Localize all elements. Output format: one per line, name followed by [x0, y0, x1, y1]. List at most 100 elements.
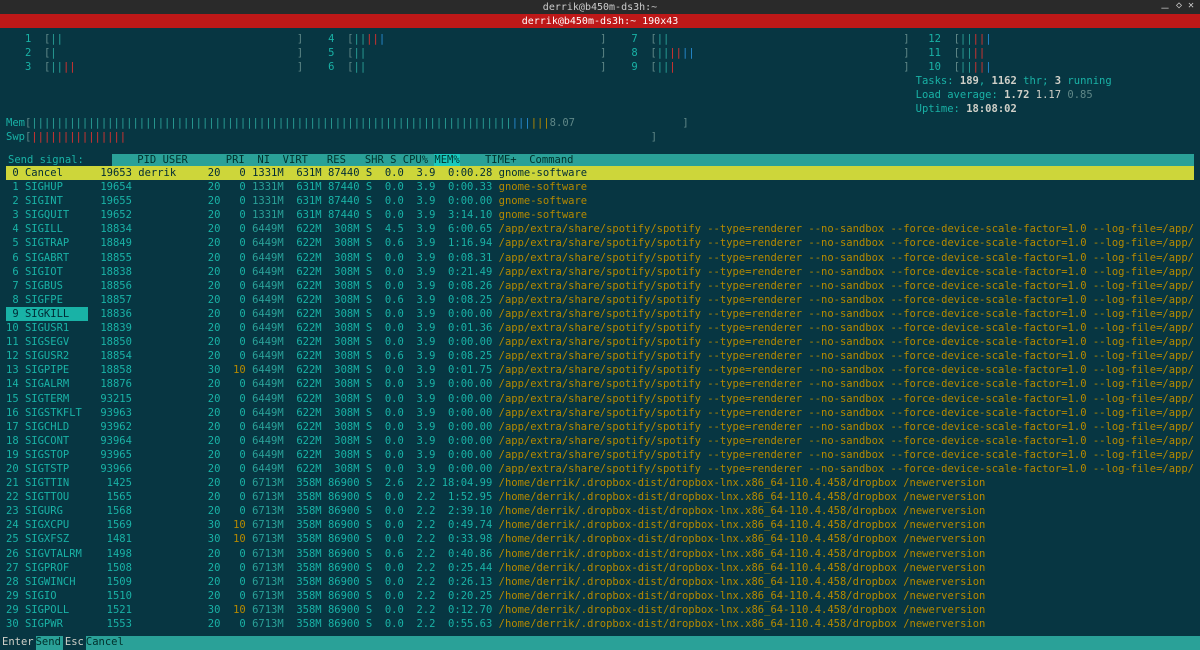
enter-key: Enter	[0, 636, 36, 650]
minimize-icon[interactable]: －	[1160, 0, 1170, 15]
signal-sigtrap[interactable]: 5 SIGTRAP	[6, 236, 88, 250]
process-row[interactable]: 1425 20 0 6713M 358M 86900 S 2.6 2.2 18:…	[88, 476, 1194, 490]
process-row[interactable]: 1565 20 0 6713M 358M 86900 S 0.0 2.2 1:5…	[88, 490, 1194, 504]
cpu-meter-10: 10 [||||| ]	[916, 60, 1200, 74]
process-row[interactable]: 18876 20 0 6449M 622M 308M S 0.0 3.9 0:0…	[88, 377, 1194, 391]
swap-meter: Swp[||||||||||||||| ]	[6, 130, 1194, 144]
cpu-meter-1: 1 [|| ]	[6, 32, 303, 46]
signal-sigio[interactable]: 29 SIGIO	[6, 589, 88, 603]
process-row[interactable]: 93965 20 0 6449M 622M 308M S 0.0 3.9 0:0…	[88, 448, 1194, 462]
signal-sigalrm[interactable]: 14 SIGALRM	[6, 377, 88, 391]
signal-sigfpe[interactable]: 8 SIGFPE	[6, 293, 88, 307]
process-row[interactable]: 18836 20 0 6449M 622M 308M S 0.0 3.9 0:0…	[88, 307, 1194, 321]
cpu-meter-3: 3 [|||| ]	[6, 60, 303, 74]
maximize-icon[interactable]: ◇	[1176, 0, 1182, 15]
column-headers: Send signal: PID USER PRI NI VIRT RES SH…	[6, 154, 1194, 166]
process-row[interactable]: 18857 20 0 6449M 622M 308M S 0.6 3.9 0:0…	[88, 293, 1194, 307]
process-row[interactable]: 19655 20 0 1331M 631M 87440 S 0.0 3.9 0:…	[88, 194, 1194, 208]
process-row[interactable]: 1569 30 10 6713M 358M 86900 S 0.0 2.2 0:…	[88, 518, 1194, 532]
process-row[interactable]: 19654 20 0 1331M 631M 87440 S 0.0 3.9 0:…	[88, 180, 1194, 194]
terminal-tab[interactable]: derrik@b450m-ds3h:~ 190x43	[0, 14, 1200, 28]
signal-sigchld[interactable]: 17 SIGCHLD	[6, 420, 88, 434]
process-row[interactable]: 93962 20 0 6449M 622M 308M S 0.0 3.9 0:0…	[88, 420, 1194, 434]
signal-sigxfsz[interactable]: 25 SIGXFSZ	[6, 532, 88, 546]
signal-sigiot[interactable]: 6 SIGIOT	[6, 265, 88, 279]
signal-sigpwr[interactable]: 30 SIGPWR	[6, 617, 88, 631]
cpu-meter-8: 8 [|||||| ]	[612, 46, 909, 60]
cancel-action[interactable]: Cancel	[86, 636, 126, 650]
process-row[interactable]: 18855 20 0 6449M 622M 308M S 0.0 3.9 0:0…	[88, 251, 1194, 265]
process-row[interactable]: 1510 20 0 6713M 358M 86900 S 0.0 2.2 0:2…	[88, 589, 1194, 603]
cpu-meter-12: 12 [||||| ]	[916, 32, 1200, 46]
process-row[interactable]: 1508 20 0 6713M 358M 86900 S 0.0 2.2 0:2…	[88, 561, 1194, 575]
signal-sigbus[interactable]: 7 SIGBUS	[6, 279, 88, 293]
terminal-body: 1 [|| ] 2 [| ] 3 [|||| ] 4 [||||| ] 5 [|…	[0, 28, 1200, 650]
signal-sigpipe[interactable]: 13 SIGPIPE	[6, 363, 88, 377]
process-row[interactable]: 93966 20 0 6449M 622M 308M S 0.0 3.9 0:0…	[88, 462, 1194, 476]
signal-sigabrt[interactable]: 6 SIGABRT	[6, 251, 88, 265]
process-row[interactable]: 1481 30 10 6713M 358M 86900 S 0.0 2.2 0:…	[88, 532, 1194, 546]
signal-sighup[interactable]: 1 SIGHUP	[6, 180, 88, 194]
cpu-meter-2: 2 [| ]	[6, 46, 303, 60]
process-row[interactable]: 93215 20 0 6449M 622M 308M S 0.0 3.9 0:0…	[88, 392, 1194, 406]
process-row[interactable]: 18850 20 0 6449M 622M 308M S 0.0 3.9 0:0…	[88, 335, 1194, 349]
signal-cancel[interactable]: 0 Cancel	[6, 166, 88, 180]
close-icon[interactable]: ✕	[1188, 0, 1194, 15]
process-row[interactable]: 1568 20 0 6713M 358M 86900 S 0.0 2.2 2:3…	[88, 504, 1194, 518]
process-row[interactable]: 18834 20 0 6449M 622M 308M S 4.5 3.9 6:0…	[88, 222, 1194, 236]
tab-label: derrik@b450m-ds3h:~ 190x43	[522, 16, 679, 27]
memory-meter: Mem[||||||||||||||||||||||||||||||||||||…	[6, 116, 1194, 130]
process-row[interactable]: 93964 20 0 6449M 622M 308M S 0.0 3.9 0:0…	[88, 434, 1194, 448]
cpu-meter-6: 6 [|| ]	[309, 60, 606, 74]
process-row[interactable]: 93963 20 0 6449M 622M 308M S 0.0 3.9 0:0…	[88, 406, 1194, 420]
window-titlebar: derrik@b450m-ds3h:~ － ◇ ✕	[0, 0, 1200, 14]
cpu-meters: 1 [|| ] 2 [| ] 3 [|||| ] 4 [||||| ] 5 [|…	[6, 32, 1194, 116]
signal-sigstkflt[interactable]: 16 SIGSTKFLT	[6, 406, 88, 420]
signal-sigwinch[interactable]: 28 SIGWINCH	[6, 575, 88, 589]
process-row[interactable]: 1498 20 0 6713M 358M 86900 S 0.6 2.2 0:4…	[88, 547, 1194, 561]
signal-sigstop[interactable]: 19 SIGSTOP	[6, 448, 88, 462]
signal-sigterm[interactable]: 15 SIGTERM	[6, 392, 88, 406]
process-list[interactable]: 19653 derrik 20 0 1331M 631M 87440 S 0.0…	[88, 166, 1194, 631]
signal-sigxcpu[interactable]: 24 SIGXCPU	[6, 518, 88, 532]
window-title: derrik@b450m-ds3h:~	[543, 2, 657, 13]
cpu-meter-7: 7 [|| ]	[612, 32, 909, 46]
uptime: Uptime: 18:08:02	[916, 102, 1200, 116]
process-row[interactable]: 19652 20 0 1331M 631M 87440 S 0.0 3.9 3:…	[88, 208, 1194, 222]
signal-prompt: Send signal:	[6, 154, 112, 166]
process-row[interactable]: 18839 20 0 6449M 622M 308M S 0.0 3.9 0:0…	[88, 321, 1194, 335]
signal-sigsegv[interactable]: 11 SIGSEGV	[6, 335, 88, 349]
signal-sigkill[interactable]: 9 SIGKILL	[6, 307, 88, 321]
footer-bar: EnterSend EscCancel	[0, 636, 1200, 650]
signal-sigprof[interactable]: 27 SIGPROF	[6, 561, 88, 575]
process-row[interactable]: 18838 20 0 6449M 622M 308M S 0.0 3.9 0:2…	[88, 265, 1194, 279]
signal-list[interactable]: 0 Cancel 1 SIGHUP 2 SIGINT 3 SIGQUIT 4 S…	[6, 166, 88, 631]
signal-sigquit[interactable]: 3 SIGQUIT	[6, 208, 88, 222]
signal-sigcont[interactable]: 18 SIGCONT	[6, 434, 88, 448]
signal-sigill[interactable]: 4 SIGILL	[6, 222, 88, 236]
cpu-meter-4: 4 [||||| ]	[309, 32, 606, 46]
signal-sigvtalrm[interactable]: 26 SIGVTALRM	[6, 547, 88, 561]
signal-sigpoll[interactable]: 29 SIGPOLL	[6, 603, 88, 617]
cpu-meter-5: 5 [|| ]	[309, 46, 606, 60]
process-row[interactable]: 18854 20 0 6449M 622M 308M S 0.6 3.9 0:0…	[88, 349, 1194, 363]
process-row[interactable]: 1521 30 10 6713M 358M 86900 S 0.0 2.2 0:…	[88, 603, 1194, 617]
cpu-meter-11: 11 [|||| ]	[916, 46, 1200, 60]
signal-sigurg[interactable]: 23 SIGURG	[6, 504, 88, 518]
process-row[interactable]: 18858 30 10 6449M 622M 308M S 0.0 3.9 0:…	[88, 363, 1194, 377]
esc-key: Esc	[63, 636, 86, 650]
cpu-meter-9: 9 [||| ]	[612, 60, 909, 74]
signal-sigint[interactable]: 2 SIGINT	[6, 194, 88, 208]
signal-sigtstp[interactable]: 20 SIGTSTP	[6, 462, 88, 476]
send-action[interactable]: Send	[36, 636, 63, 650]
tasks-summary: Tasks: 189, 1162 thr; 3 running	[916, 74, 1200, 88]
process-row[interactable]: 18856 20 0 6449M 622M 308M S 0.0 3.9 0:0…	[88, 279, 1194, 293]
signal-sigusr2[interactable]: 12 SIGUSR2	[6, 349, 88, 363]
signal-sigusr1[interactable]: 10 SIGUSR1	[6, 321, 88, 335]
process-row[interactable]: 1509 20 0 6713M 358M 86900 S 0.0 2.2 0:2…	[88, 575, 1194, 589]
process-row[interactable]: 19653 derrik 20 0 1331M 631M 87440 S 0.0…	[88, 166, 1194, 180]
process-row[interactable]: 1553 20 0 6713M 358M 86900 S 0.0 2.2 0:5…	[88, 617, 1194, 631]
signal-sigttou[interactable]: 22 SIGTTOU	[6, 490, 88, 504]
signal-sigttin[interactable]: 21 SIGTTIN	[6, 476, 88, 490]
process-row[interactable]: 18849 20 0 6449M 622M 308M S 0.6 3.9 1:1…	[88, 236, 1194, 250]
